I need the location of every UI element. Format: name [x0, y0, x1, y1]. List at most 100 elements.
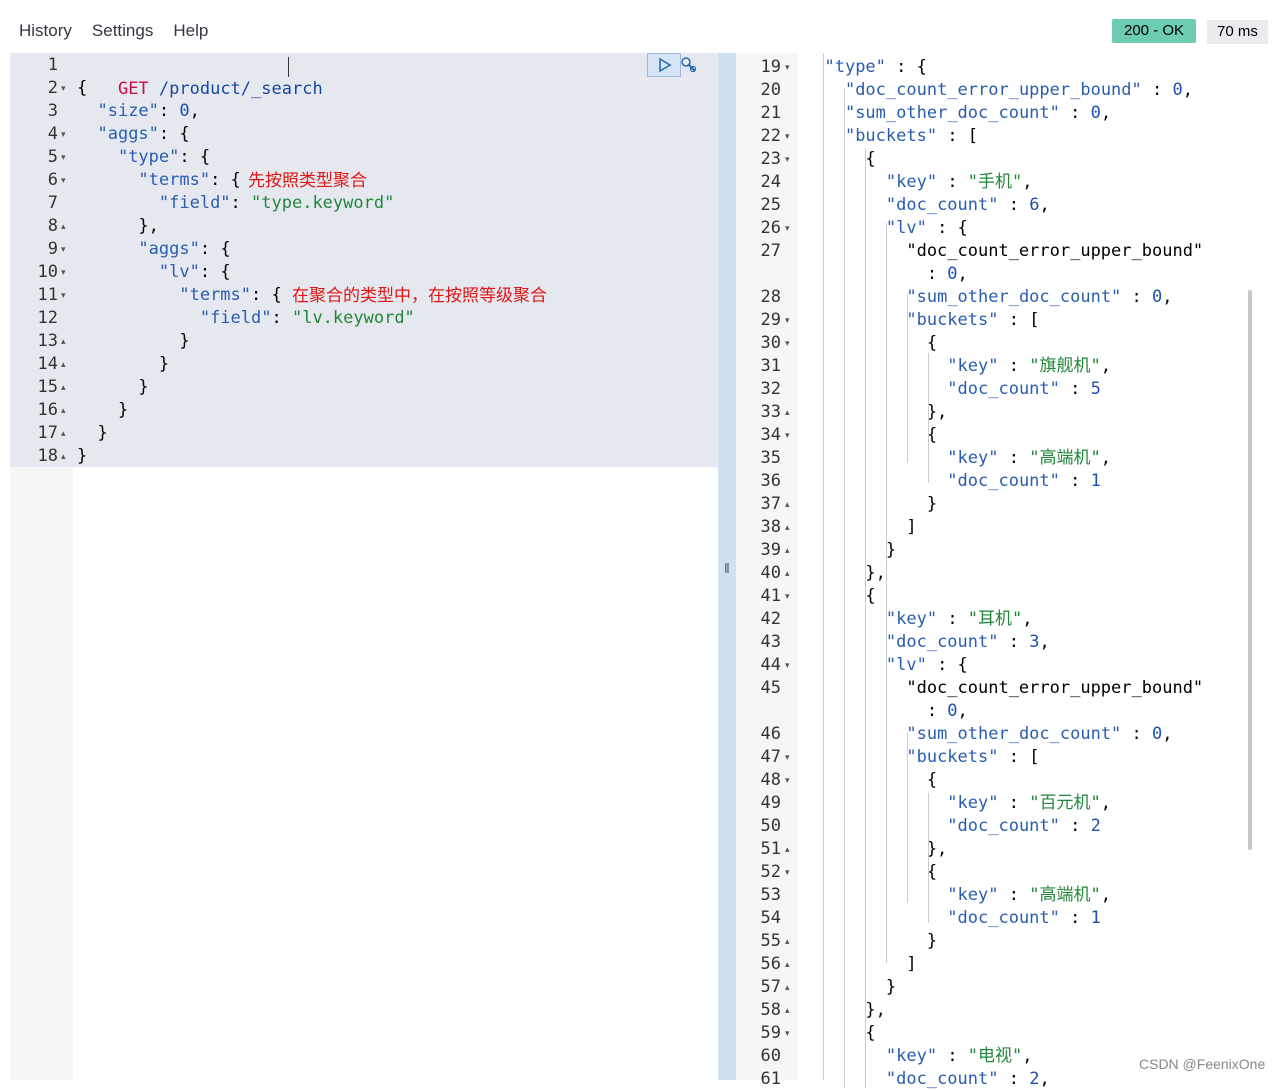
- fold-toggle-icon[interactable]: ▾: [785, 746, 790, 769]
- response-panel[interactable]: 19 ▾ "type" : {20 "doc_count_error_upper_…: [736, 53, 1277, 1089]
- code-line: "key" : "耳机",: [885, 609, 1033, 629]
- fold-toggle-icon[interactable]: ▾: [785, 309, 790, 332]
- fold-toggle-icon[interactable]: ▴: [785, 493, 790, 516]
- fold-toggle-icon[interactable]: ▾: [785, 585, 790, 608]
- response-scrollbar[interactable]: [1248, 290, 1252, 850]
- fold-toggle-icon[interactable]: ▴: [61, 215, 66, 238]
- line-number: 23: [760, 149, 781, 169]
- code-line: "key" : "旗舰机",: [947, 356, 1111, 376]
- code-line: }: [804, 540, 897, 560]
- fold-toggle-icon[interactable]: ▾: [785, 654, 790, 677]
- line-number: 5: [47, 147, 58, 167]
- code-line: }: [77, 354, 170, 374]
- fold-toggle-icon[interactable]: ▴: [61, 399, 66, 422]
- code-line: "doc_count" : 6,: [885, 195, 1050, 215]
- fold-toggle-icon[interactable]: ▾: [785, 217, 790, 240]
- line-number: 43: [760, 632, 781, 652]
- line-number: 37: [760, 494, 781, 514]
- code-line: "key" : "高端机",: [947, 448, 1111, 468]
- wrench-icon[interactable]: [680, 56, 698, 74]
- line-number: 7: [47, 193, 58, 213]
- code-line: "doc_count" : 3,: [885, 632, 1050, 652]
- request-editor[interactable]: 1 2{3 "size": 0, 4 "aggs": {5 "type": {6 "…: [10, 53, 718, 1080]
- menu-history[interactable]: History: [19, 21, 72, 41]
- code-line: "field": "type.keyword": [158, 193, 395, 213]
- fold-toggle-icon[interactable]: ▾: [785, 861, 790, 884]
- code-line: "field": "lv.keyword": [199, 308, 415, 328]
- indent-guide: [865, 148, 866, 1088]
- line-number: 22: [760, 126, 781, 146]
- watermark: CSDN @FeenixOne: [1139, 1056, 1266, 1072]
- main-menu: History Settings Help: [19, 21, 208, 41]
- line-number: 54: [760, 908, 781, 928]
- fold-toggle-icon[interactable]: ▴: [61, 330, 66, 353]
- code-line: "aggs": {: [97, 124, 190, 144]
- fold-toggle-icon[interactable]: ▾: [61, 123, 66, 146]
- line-number: 60: [760, 1046, 781, 1066]
- http-method: GET: [117, 79, 149, 99]
- line-number: 13: [37, 331, 58, 351]
- fold-toggle-icon[interactable]: ▴: [785, 401, 790, 424]
- code-line: "doc_count_error_upper_bound": [804, 678, 1204, 698]
- line-number: 42: [760, 609, 781, 629]
- code-line: }: [77, 446, 88, 466]
- fold-toggle-icon[interactable]: ▴: [785, 562, 790, 585]
- fold-toggle-icon[interactable]: ▴: [785, 930, 790, 953]
- fold-toggle-icon[interactable]: ▴: [785, 953, 790, 976]
- indent-guide: [844, 88, 845, 1088]
- line-number: 48: [760, 770, 781, 790]
- code-line: "sum_other_doc_count" : 0,: [906, 724, 1173, 744]
- resize-grip-icon[interactable]: ‖: [724, 560, 730, 576]
- fold-toggle-icon[interactable]: ▴: [785, 999, 790, 1022]
- code-line: "lv": {: [158, 262, 231, 282]
- fold-toggle-icon[interactable]: ▾: [61, 261, 66, 284]
- fold-toggle-icon[interactable]: ▾: [785, 56, 790, 79]
- line-number: 19: [760, 57, 781, 77]
- fold-toggle-icon[interactable]: ▾: [785, 424, 790, 447]
- fold-toggle-icon[interactable]: ▾: [61, 77, 66, 100]
- fold-toggle-icon[interactable]: ▴: [61, 353, 66, 376]
- fold-toggle-icon[interactable]: ▴: [61, 422, 66, 445]
- code-line: "doc_count_error_upper_bound": [804, 241, 1204, 261]
- line-number: 1: [47, 55, 58, 75]
- annotation-type-aggregation: 先按照类型聚合: [248, 171, 367, 191]
- line-number: 10: [37, 262, 58, 282]
- fold-toggle-icon[interactable]: ▾: [61, 169, 66, 192]
- code-line: },: [77, 216, 159, 236]
- fold-toggle-icon[interactable]: ▴: [785, 838, 790, 861]
- code-line: "key" : "百元机",: [947, 793, 1111, 813]
- fold-toggle-icon[interactable]: ▾: [61, 238, 66, 261]
- line-number: 38: [760, 517, 781, 537]
- code-line: }: [77, 423, 108, 443]
- menu-help[interactable]: Help: [173, 21, 208, 41]
- fold-toggle-icon[interactable]: ▴: [785, 976, 790, 999]
- line-number: 46: [760, 724, 781, 744]
- code-line: "buckets" : [: [906, 310, 1040, 330]
- fold-toggle-icon[interactable]: ▴: [61, 376, 66, 399]
- line-number: 31: [760, 356, 781, 376]
- line-number: 51: [760, 839, 781, 859]
- line-number: 35: [760, 448, 781, 468]
- fold-toggle-icon[interactable]: ▾: [785, 769, 790, 792]
- run-request-button[interactable]: [647, 53, 681, 77]
- fold-toggle-icon[interactable]: ▾: [785, 332, 790, 355]
- fold-toggle-icon[interactable]: ▾: [61, 284, 66, 307]
- line-number: 57: [760, 977, 781, 997]
- line-number: 27: [760, 241, 781, 261]
- fold-toggle-icon[interactable]: ▴: [785, 516, 790, 539]
- fold-toggle-icon[interactable]: ▴: [785, 539, 790, 562]
- text-cursor: [288, 57, 289, 77]
- fold-toggle-icon[interactable]: ▾: [785, 1022, 790, 1045]
- line-number: 32: [760, 379, 781, 399]
- line-number: 14: [37, 354, 58, 374]
- fold-toggle-icon[interactable]: ▾: [785, 125, 790, 148]
- fold-toggle-icon[interactable]: ▾: [785, 148, 790, 171]
- request-line-1: GET /product/_search: [77, 55, 323, 99]
- line-number: 40: [760, 563, 781, 583]
- code-line: "key" : "电视",: [885, 1046, 1033, 1066]
- menu-settings[interactable]: Settings: [92, 21, 153, 41]
- fold-toggle-icon[interactable]: ▴: [61, 445, 66, 468]
- code-line: "buckets" : [: [906, 747, 1040, 767]
- code-line: "buckets" : [: [844, 126, 979, 146]
- fold-toggle-icon[interactable]: ▾: [61, 146, 66, 169]
